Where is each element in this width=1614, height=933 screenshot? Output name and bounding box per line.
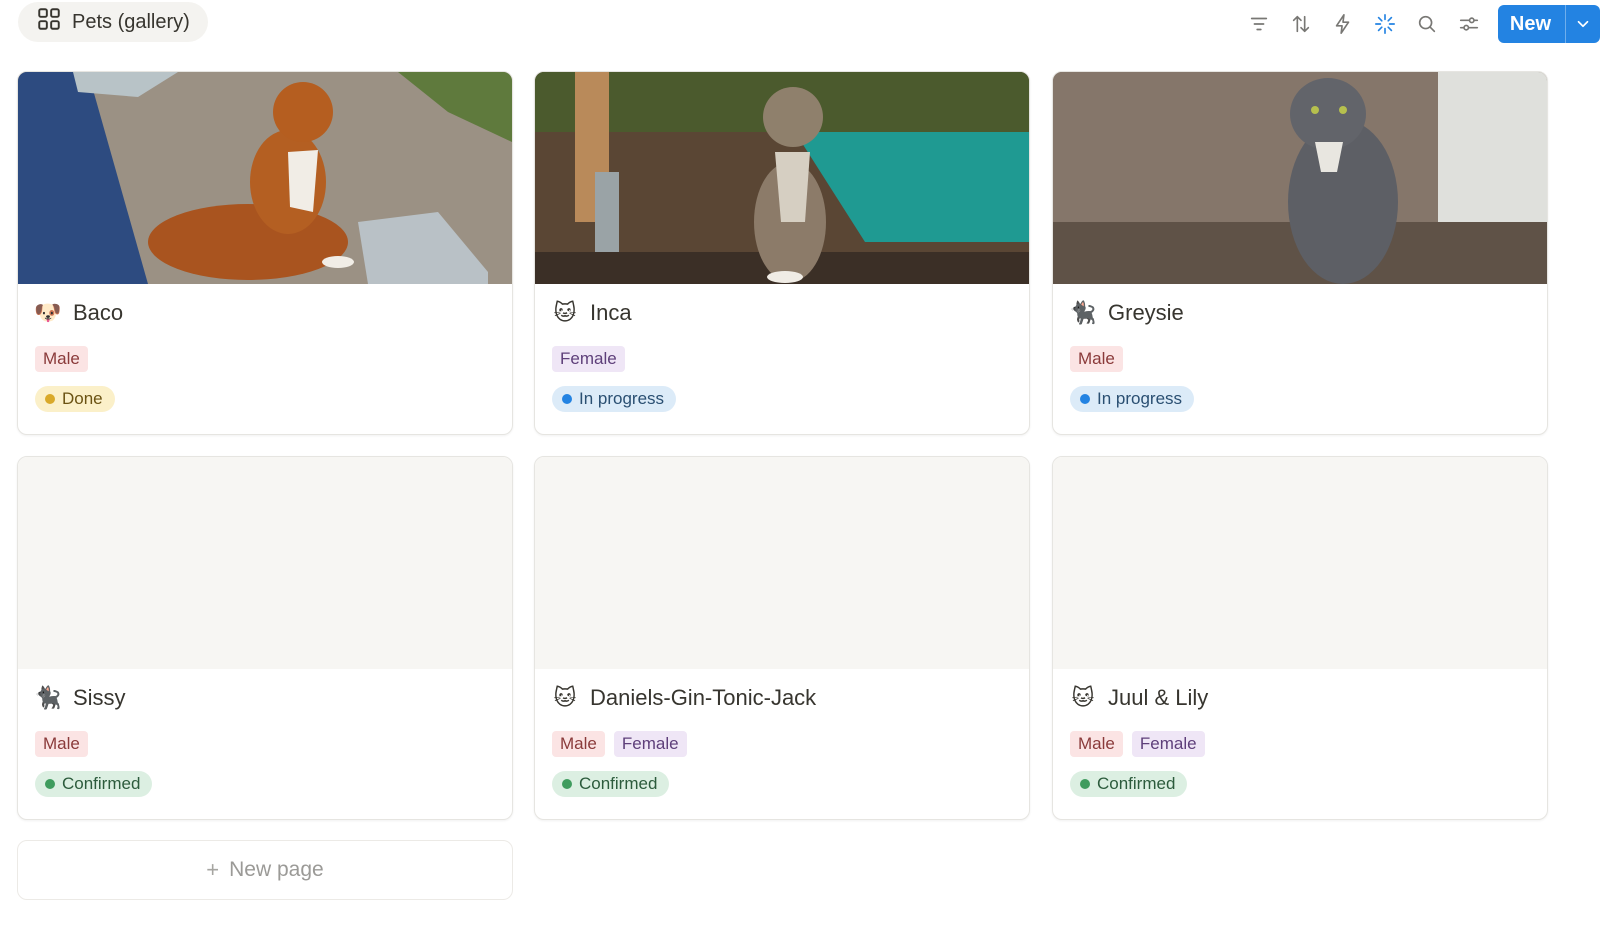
status-badge: In progress <box>1070 386 1195 412</box>
tag-male: Male <box>1070 731 1123 757</box>
search-icon[interactable] <box>1406 4 1448 44</box>
status-property: Done <box>35 386 115 412</box>
black-cat-icon: 🐈‍⬛ <box>34 685 62 710</box>
status-dot-icon <box>1080 394 1090 404</box>
sex-tags: Female <box>552 346 625 372</box>
card-title: 🐱 Inca <box>552 300 632 326</box>
automation-icon[interactable] <box>1322 4 1364 44</box>
database-header: Pets (gallery) New <box>0 0 1614 44</box>
new-page-button[interactable]: + New page <box>17 840 513 900</box>
status-property: In progress <box>552 386 677 412</box>
gallery-grid-icon <box>36 6 62 38</box>
status-text: In progress <box>1097 389 1183 408</box>
status-badge: Confirmed <box>1070 771 1188 797</box>
view-tab-gallery[interactable]: Pets (gallery) <box>18 2 208 42</box>
tag-female: Female <box>552 346 625 372</box>
tag-female: Female <box>1131 731 1205 757</box>
cat-face-icon: 🐱 <box>553 685 577 710</box>
sex-tags: Male <box>35 731 88 757</box>
sex-tags: Male Female <box>1070 731 1205 757</box>
card-cover-image <box>18 72 512 284</box>
settings-sliders-icon[interactable] <box>1448 4 1490 44</box>
ai-sparkle-icon[interactable] <box>1364 4 1406 44</box>
tag-male: Male <box>552 731 605 757</box>
card-name: Inca <box>590 300 632 325</box>
tag-female: Female <box>613 731 687 757</box>
card-name: Juul & Lily <box>1108 685 1209 710</box>
card-title: 🐈‍⬛ Greysie <box>1069 300 1184 326</box>
status-dot-icon <box>562 779 572 789</box>
status-property: In progress <box>1070 386 1195 412</box>
new-button[interactable]: New <box>1497 5 1600 43</box>
chevron-down-icon[interactable] <box>1565 5 1600 43</box>
status-badge: In progress <box>552 386 677 412</box>
plus-icon: + <box>206 857 220 882</box>
card-title: 🐱 Daniels-Gin-Tonic-Jack <box>552 685 817 711</box>
toolbar: New <box>1238 4 1614 44</box>
status-property: Confirmed <box>552 771 670 797</box>
card-name: Daniels-Gin-Tonic-Jack <box>590 685 817 710</box>
tag-male: Male <box>35 731 88 757</box>
tag-male: Male <box>35 346 88 372</box>
status-text: Confirmed <box>1097 774 1176 793</box>
card-name: Greysie <box>1108 300 1184 325</box>
status-badge: Confirmed <box>35 771 153 797</box>
card-cover-image <box>535 72 1029 284</box>
dog-face-icon: 🐶 <box>34 300 62 325</box>
gallery-card-baco[interactable]: 🐶 Baco Male Done <box>17 71 513 435</box>
status-text: In progress <box>579 389 665 408</box>
status-badge: Done <box>35 386 115 412</box>
sex-tags: Male <box>35 346 88 372</box>
status-badge: Confirmed <box>552 771 670 797</box>
new-page-label: New page <box>229 858 324 881</box>
filter-icon[interactable] <box>1238 4 1280 44</box>
gallery-card-greysie[interactable]: 🐈‍⬛ Greysie Male In progress <box>1052 71 1548 435</box>
tag-male: Male <box>1070 346 1123 372</box>
status-text: Confirmed <box>62 774 141 793</box>
sex-tags: Male <box>1070 346 1123 372</box>
status-text: Confirmed <box>579 774 658 793</box>
view-title: Pets (gallery) <box>72 10 190 33</box>
black-cat-icon: 🐈‍⬛ <box>1069 300 1097 325</box>
card-title: 🐱 Juul & Lily <box>1070 685 1209 711</box>
status-dot-icon <box>1080 779 1090 789</box>
sort-icon[interactable] <box>1280 4 1322 44</box>
card-name: Sissy <box>73 685 126 710</box>
card-title: 🐶 Baco <box>34 300 124 326</box>
status-dot-icon <box>45 394 55 404</box>
status-dot-icon <box>45 779 55 789</box>
sex-tags: Male Female <box>552 731 687 757</box>
cat-face-icon: 🐱 <box>1071 685 1095 710</box>
status-property: Confirmed <box>35 771 153 797</box>
card-title: 🐈‍⬛ Sissy <box>34 685 126 711</box>
status-dot-icon <box>562 394 572 404</box>
status-property: Confirmed <box>1070 771 1188 797</box>
card-cover-empty <box>1053 457 1547 669</box>
card-cover-empty <box>535 457 1029 669</box>
gallery-card-daniels-gin-tonic-jack[interactable]: 🐱 Daniels-Gin-Tonic-Jack Male Female Con… <box>534 456 1030 820</box>
gallery-card-sissy[interactable]: 🐈‍⬛ Sissy Male Confirmed <box>17 456 513 820</box>
cat-face-icon: 🐱 <box>553 300 577 325</box>
gallery-card-juul-lily[interactable]: 🐱 Juul & Lily Male Female Confirmed <box>1052 456 1548 820</box>
card-name: Baco <box>73 300 124 325</box>
status-text: Done <box>62 389 103 408</box>
gallery-card-inca[interactable]: 🐱 Inca Female In progress <box>534 71 1030 435</box>
new-button-label[interactable]: New <box>1498 5 1565 43</box>
card-cover-image <box>1053 72 1547 284</box>
card-cover-empty <box>18 457 512 669</box>
